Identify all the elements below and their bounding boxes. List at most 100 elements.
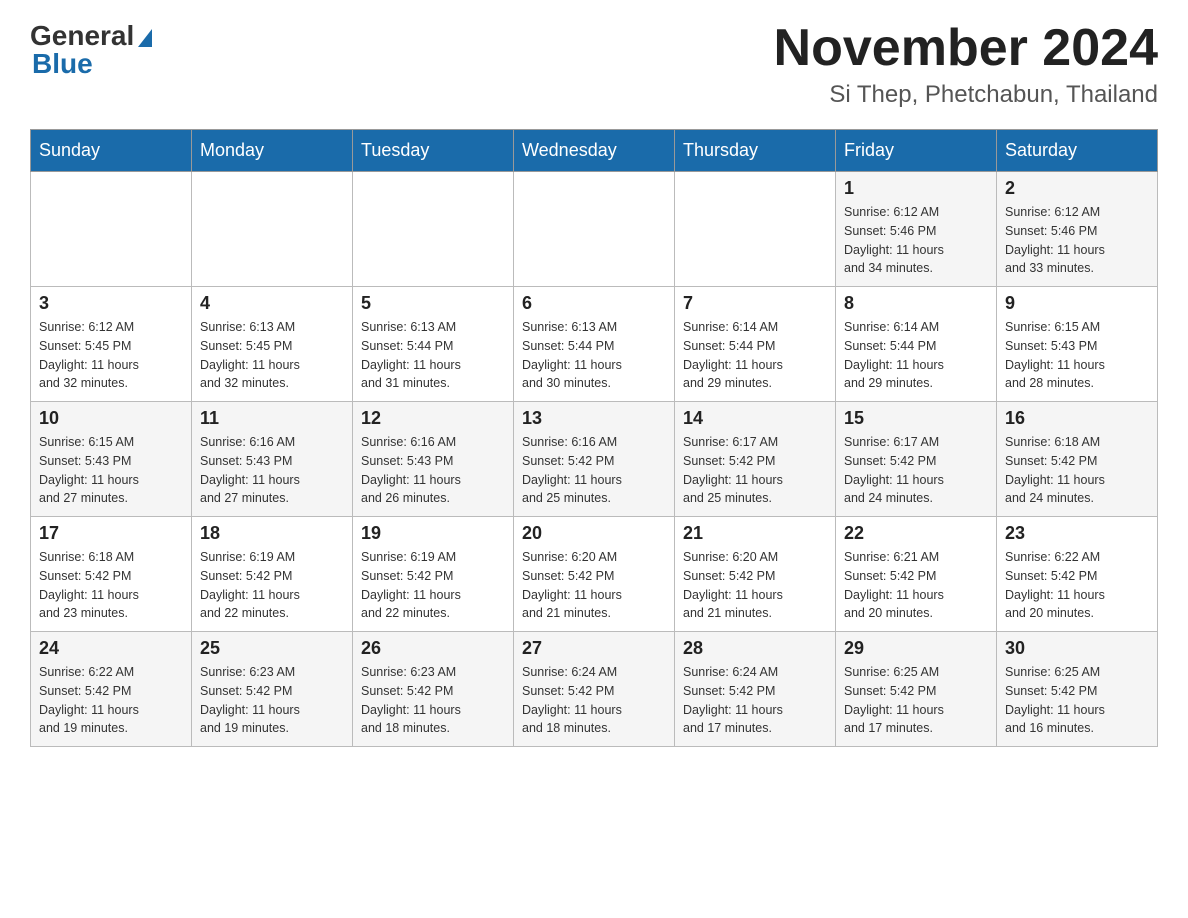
calendar-cell: 15 Sunrise: 6:17 AM Sunset: 5:42 PM Dayli… <box>836 402 997 517</box>
day-number: 6 <box>522 293 666 314</box>
page-header: General Blue November 2024 Si Thep, Phet… <box>30 20 1158 109</box>
calendar-week-row: 24 Sunrise: 6:22 AM Sunset: 5:42 PM Dayli… <box>31 632 1158 747</box>
day-number: 27 <box>522 638 666 659</box>
day-info: Sunrise: 6:17 AM Sunset: 5:42 PM Dayligh… <box>844 433 988 508</box>
day-number: 24 <box>39 638 183 659</box>
day-info: Sunrise: 6:14 AM Sunset: 5:44 PM Dayligh… <box>683 318 827 393</box>
day-number: 8 <box>844 293 988 314</box>
day-info: Sunrise: 6:16 AM Sunset: 5:42 PM Dayligh… <box>522 433 666 508</box>
calendar-cell <box>353 172 514 287</box>
day-info: Sunrise: 6:15 AM Sunset: 5:43 PM Dayligh… <box>1005 318 1149 393</box>
calendar-week-row: 10 Sunrise: 6:15 AM Sunset: 5:43 PM Dayli… <box>31 402 1158 517</box>
calendar-header-row: SundayMondayTuesdayWednesdayThursdayFrid… <box>31 130 1158 172</box>
day-info: Sunrise: 6:18 AM Sunset: 5:42 PM Dayligh… <box>1005 433 1149 508</box>
calendar-cell: 28 Sunrise: 6:24 AM Sunset: 5:42 PM Dayli… <box>675 632 836 747</box>
calendar-cell: 22Sunrise: 6:21 AM Sunset: 5:42 PM Dayli… <box>836 517 997 632</box>
weekday-header-wednesday: Wednesday <box>514 130 675 172</box>
month-title: November 2024 <box>774 20 1158 77</box>
day-info: Sunrise: 6:16 AM Sunset: 5:43 PM Dayligh… <box>200 433 344 508</box>
calendar-cell: 7 Sunrise: 6:14 AM Sunset: 5:44 PM Daylig… <box>675 287 836 402</box>
calendar-cell: 30 Sunrise: 6:25 AM Sunset: 5:42 PM Dayli… <box>997 632 1158 747</box>
calendar-cell: 27 Sunrise: 6:24 AM Sunset: 5:42 PM Dayli… <box>514 632 675 747</box>
day-number: 18 <box>200 523 344 544</box>
calendar-cell: 3Sunrise: 6:12 AM Sunset: 5:45 PM Daylig… <box>31 287 192 402</box>
day-number: 23 <box>1005 523 1149 544</box>
day-number: 9 <box>1005 293 1149 314</box>
calendar-cell: 10 Sunrise: 6:15 AM Sunset: 5:43 PM Dayli… <box>31 402 192 517</box>
day-number: 26 <box>361 638 505 659</box>
calendar-cell: 12Sunrise: 6:16 AM Sunset: 5:43 PM Dayli… <box>353 402 514 517</box>
calendar-cell: 20 Sunrise: 6:20 AM Sunset: 5:42 PM Dayli… <box>514 517 675 632</box>
calendar-cell: 8 Sunrise: 6:14 AM Sunset: 5:44 PM Daylig… <box>836 287 997 402</box>
calendar-cell <box>675 172 836 287</box>
day-info: Sunrise: 6:12 AM Sunset: 5:46 PM Dayligh… <box>844 203 988 278</box>
title-section: November 2024 Si Thep, Phetchabun, Thail… <box>774 20 1158 109</box>
day-info: Sunrise: 6:25 AM Sunset: 5:42 PM Dayligh… <box>1005 663 1149 738</box>
day-info: Sunrise: 6:19 AM Sunset: 5:42 PM Dayligh… <box>361 548 505 623</box>
weekday-header-saturday: Saturday <box>997 130 1158 172</box>
calendar-cell: 23 Sunrise: 6:22 AM Sunset: 5:42 PM Dayli… <box>997 517 1158 632</box>
day-number: 19 <box>361 523 505 544</box>
calendar-cell: 9 Sunrise: 6:15 AM Sunset: 5:43 PM Daylig… <box>997 287 1158 402</box>
day-number: 12 <box>361 408 505 429</box>
day-number: 29 <box>844 638 988 659</box>
day-info: Sunrise: 6:22 AM Sunset: 5:42 PM Dayligh… <box>39 663 183 738</box>
day-number: 14 <box>683 408 827 429</box>
day-info: Sunrise: 6:17 AM Sunset: 5:42 PM Dayligh… <box>683 433 827 508</box>
day-number: 7 <box>683 293 827 314</box>
calendar-cell: 16 Sunrise: 6:18 AM Sunset: 5:42 PM Dayli… <box>997 402 1158 517</box>
location-title: Si Thep, Phetchabun, Thailand <box>774 81 1158 109</box>
calendar-cell: 5Sunrise: 6:13 AM Sunset: 5:44 PM Daylig… <box>353 287 514 402</box>
day-number: 20 <box>522 523 666 544</box>
day-number: 22 <box>844 523 988 544</box>
day-info: Sunrise: 6:19 AM Sunset: 5:42 PM Dayligh… <box>200 548 344 623</box>
logo-blue-text: Blue <box>32 48 93 80</box>
calendar-cell: 24 Sunrise: 6:22 AM Sunset: 5:42 PM Dayli… <box>31 632 192 747</box>
calendar-cell: 19 Sunrise: 6:19 AM Sunset: 5:42 PM Dayli… <box>353 517 514 632</box>
calendar-week-row: 1 Sunrise: 6:12 AM Sunset: 5:46 PM Daylig… <box>31 172 1158 287</box>
day-number: 28 <box>683 638 827 659</box>
calendar-cell: 11 Sunrise: 6:16 AM Sunset: 5:43 PM Dayli… <box>192 402 353 517</box>
day-info: Sunrise: 6:14 AM Sunset: 5:44 PM Dayligh… <box>844 318 988 393</box>
calendar-cell: 21 Sunrise: 6:20 AM Sunset: 5:42 PM Dayli… <box>675 517 836 632</box>
calendar-cell: 26Sunrise: 6:23 AM Sunset: 5:42 PM Dayli… <box>353 632 514 747</box>
calendar-cell: 2 Sunrise: 6:12 AM Sunset: 5:46 PM Daylig… <box>997 172 1158 287</box>
weekday-header-monday: Monday <box>192 130 353 172</box>
day-number: 1 <box>844 178 988 199</box>
day-info: Sunrise: 6:20 AM Sunset: 5:42 PM Dayligh… <box>522 548 666 623</box>
calendar-cell: 6Sunrise: 6:13 AM Sunset: 5:44 PM Daylig… <box>514 287 675 402</box>
day-number: 3 <box>39 293 183 314</box>
day-info: Sunrise: 6:20 AM Sunset: 5:42 PM Dayligh… <box>683 548 827 623</box>
calendar-table: SundayMondayTuesdayWednesdayThursdayFrid… <box>30 129 1158 747</box>
calendar-cell <box>192 172 353 287</box>
calendar-week-row: 17Sunrise: 6:18 AM Sunset: 5:42 PM Dayli… <box>31 517 1158 632</box>
day-info: Sunrise: 6:24 AM Sunset: 5:42 PM Dayligh… <box>683 663 827 738</box>
day-number: 25 <box>200 638 344 659</box>
day-number: 17 <box>39 523 183 544</box>
calendar-cell: 4 Sunrise: 6:13 AM Sunset: 5:45 PM Daylig… <box>192 287 353 402</box>
day-number: 5 <box>361 293 505 314</box>
day-number: 21 <box>683 523 827 544</box>
weekday-header-friday: Friday <box>836 130 997 172</box>
calendar-cell <box>31 172 192 287</box>
day-info: Sunrise: 6:15 AM Sunset: 5:43 PM Dayligh… <box>39 433 183 508</box>
logo-triangle-icon <box>138 29 152 47</box>
day-number: 30 <box>1005 638 1149 659</box>
calendar-cell: 29 Sunrise: 6:25 AM Sunset: 5:42 PM Dayli… <box>836 632 997 747</box>
day-number: 16 <box>1005 408 1149 429</box>
day-number: 4 <box>200 293 344 314</box>
day-number: 10 <box>39 408 183 429</box>
day-number: 11 <box>200 408 344 429</box>
day-info: Sunrise: 6:24 AM Sunset: 5:42 PM Dayligh… <box>522 663 666 738</box>
day-info: Sunrise: 6:22 AM Sunset: 5:42 PM Dayligh… <box>1005 548 1149 623</box>
day-number: 2 <box>1005 178 1149 199</box>
weekday-header-sunday: Sunday <box>31 130 192 172</box>
day-number: 13 <box>522 408 666 429</box>
day-info: Sunrise: 6:25 AM Sunset: 5:42 PM Dayligh… <box>844 663 988 738</box>
day-number: 15 <box>844 408 988 429</box>
calendar-cell: 1 Sunrise: 6:12 AM Sunset: 5:46 PM Daylig… <box>836 172 997 287</box>
day-info: Sunrise: 6:12 AM Sunset: 5:46 PM Dayligh… <box>1005 203 1149 278</box>
calendar-cell: 17Sunrise: 6:18 AM Sunset: 5:42 PM Dayli… <box>31 517 192 632</box>
calendar-week-row: 3Sunrise: 6:12 AM Sunset: 5:45 PM Daylig… <box>31 287 1158 402</box>
day-info: Sunrise: 6:13 AM Sunset: 5:45 PM Dayligh… <box>200 318 344 393</box>
